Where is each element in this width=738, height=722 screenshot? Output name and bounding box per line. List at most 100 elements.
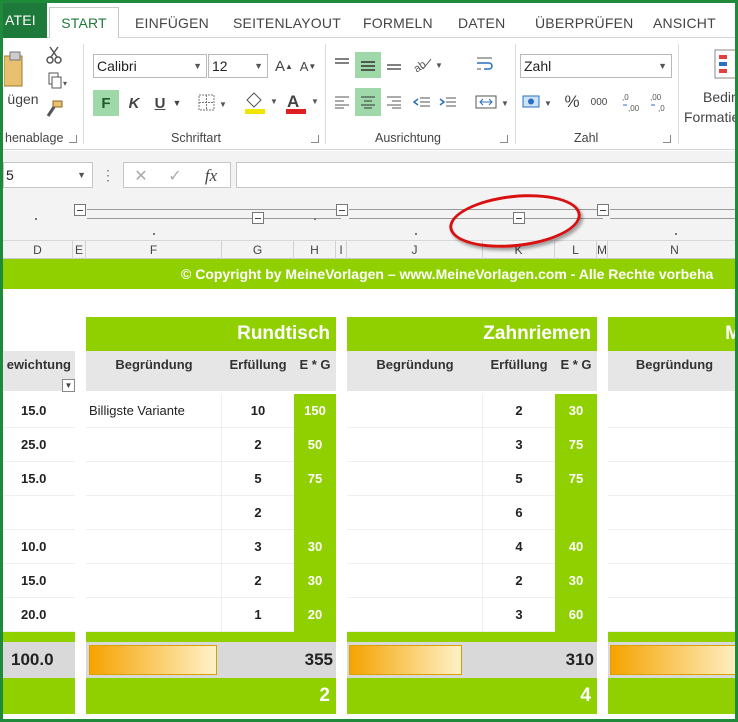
tab-ueberpruefen[interactable]: ÜBERPRÜFEN (535, 10, 633, 36)
reason-cell[interactable] (86, 496, 222, 530)
fulfilment-cell[interactable]: 4 (483, 530, 555, 564)
tab-einfuegen[interactable]: EINFÜGEN (135, 10, 209, 36)
group-collapse-icon[interactable] (74, 204, 86, 216)
weight-cell[interactable]: 15.0 (3, 462, 75, 496)
header-begruendung[interactable]: Begründung (347, 351, 483, 391)
reason-cell[interactable] (608, 564, 735, 598)
reason-cell[interactable] (86, 598, 222, 632)
reason-cell[interactable] (608, 530, 735, 564)
eg-cell[interactable]: 20 (294, 598, 336, 632)
increase-decimal-icon[interactable]: ,0,00 (621, 88, 645, 116)
copy-icon[interactable]: ▾ (43, 70, 73, 92)
increase-indent-icon[interactable] (437, 90, 459, 114)
paste-label[interactable]: ügen (3, 90, 43, 108)
reason-cell[interactable] (86, 564, 222, 598)
column-header-n[interactable]: N (608, 241, 735, 259)
fulfilment-cell[interactable]: 10 (222, 394, 294, 428)
cut-icon[interactable] (43, 44, 65, 66)
align-top-icon[interactable] (331, 52, 353, 76)
grow-font-icon[interactable]: A ▲ (273, 54, 295, 78)
format-painter-icon[interactable] (43, 98, 65, 120)
underline-dropdown-icon[interactable]: ▼ (171, 90, 183, 116)
eg-cell[interactable]: 50 (294, 428, 336, 462)
conditional-format-label-1[interactable]: Bedir (703, 88, 735, 106)
eg-cell[interactable]: 30 (555, 394, 597, 428)
group-collapse-icon[interactable] (336, 204, 348, 216)
weight-cell[interactable]: 25.0 (3, 428, 75, 462)
eg-cell[interactable]: 150 (294, 394, 336, 428)
fulfilment-cell[interactable]: 3 (483, 428, 555, 462)
tab-start[interactable]: START (49, 7, 119, 39)
align-bottom-icon[interactable] (383, 52, 405, 76)
block-title-rundtisch[interactable]: Rundtisch (86, 317, 336, 351)
fulfilment-cell[interactable]: 6 (483, 496, 555, 530)
borders-icon[interactable]: ▼ (195, 90, 231, 116)
eg-cell[interactable] (294, 496, 336, 530)
column-header-e[interactable]: E (73, 241, 86, 259)
tab-formeln[interactable]: FORMELN (363, 10, 433, 36)
font-color-icon[interactable]: A ▼ (283, 88, 321, 118)
align-middle-icon[interactable] (355, 52, 381, 78)
block-title-zahnriemen[interactable]: Zahnriemen (347, 317, 597, 351)
column-header-j[interactable]: J (347, 241, 483, 259)
block-title-third[interactable]: M (608, 317, 735, 351)
font-launcher-icon[interactable] (311, 135, 319, 143)
shrink-font-icon[interactable]: A ▼ (297, 54, 319, 78)
align-left-icon[interactable] (331, 90, 353, 114)
score-total-rundtisch[interactable]: 355 (263, 642, 333, 678)
tab-daten[interactable]: DATEN (458, 10, 505, 36)
cancel-icon[interactable]: ✕ (130, 165, 152, 187)
align-right-icon[interactable] (383, 90, 405, 114)
clipboard-launcher-icon[interactable] (69, 135, 77, 143)
rank-zahnriemen[interactable]: 4 (347, 678, 597, 714)
header-erfuellung[interactable]: Erfüllung (483, 351, 555, 391)
reason-cell[interactable] (608, 496, 735, 530)
weight-cell[interactable]: 10.0 (3, 530, 75, 564)
font-size-combo[interactable]: 12 ▼ (208, 54, 268, 78)
tab-seitenlayout[interactable]: SEITENLAYOUT (233, 10, 341, 36)
confirm-icon[interactable]: ✓ (164, 165, 186, 187)
number-format-combo[interactable]: Zahl ▼ (520, 54, 672, 78)
copyright-banner[interactable]: © Copyright by MeineVorlagen – www.Meine… (3, 259, 735, 289)
conditional-format-icon[interactable] (711, 46, 735, 82)
reason-cell[interactable] (86, 530, 222, 564)
tab-datei[interactable]: ATEI (3, 3, 47, 38)
reason-cell[interactable] (608, 428, 735, 462)
header-eg[interactable]: E * G (555, 351, 597, 391)
eg-cell[interactable]: 75 (555, 428, 597, 462)
eg-cell[interactable]: 60 (555, 598, 597, 632)
group-collapse-icon[interactable] (597, 204, 609, 216)
wrap-text-icon[interactable] (473, 52, 497, 76)
reason-cell[interactable] (608, 462, 735, 496)
reason-cell[interactable] (347, 428, 483, 462)
alignment-launcher-icon[interactable] (500, 135, 508, 143)
decrease-decimal-icon[interactable]: ,00,0 (649, 88, 673, 116)
reason-cell[interactable] (347, 462, 483, 496)
weight-cell[interactable] (3, 496, 75, 530)
eg-cell[interactable]: 30 (555, 564, 597, 598)
align-center-icon[interactable] (355, 88, 381, 116)
text-orientation-icon[interactable]: ab ▼ (409, 52, 445, 76)
fulfilment-cell[interactable]: 2 (222, 564, 294, 598)
score-total-zahnriemen[interactable]: 310 (523, 642, 594, 678)
column-header-f[interactable]: F (86, 241, 222, 259)
eg-cell[interactable]: 75 (555, 462, 597, 496)
italic-button[interactable]: K (123, 90, 145, 116)
column-header-d[interactable]: D (3, 241, 73, 259)
eg-cell[interactable] (555, 496, 597, 530)
reason-cell[interactable] (347, 598, 483, 632)
bold-button[interactable]: F (93, 90, 119, 116)
reason-cell[interactable] (347, 394, 483, 428)
column-header-m[interactable]: M (597, 241, 608, 259)
currency-format-icon[interactable]: ▼ (521, 90, 555, 114)
insert-function-icon[interactable]: fx (198, 165, 224, 187)
eg-cell[interactable]: 40 (555, 530, 597, 564)
percent-icon[interactable]: % (561, 90, 583, 114)
group-collapse-icon[interactable] (252, 212, 264, 224)
eg-cell[interactable]: 75 (294, 462, 336, 496)
weight-cell[interactable]: 20.0 (3, 598, 75, 632)
reason-cell[interactable] (347, 530, 483, 564)
reason-cell[interactable]: Billigste Variante (86, 394, 222, 428)
number-launcher-icon[interactable] (663, 135, 671, 143)
reason-cell[interactable] (608, 598, 735, 632)
